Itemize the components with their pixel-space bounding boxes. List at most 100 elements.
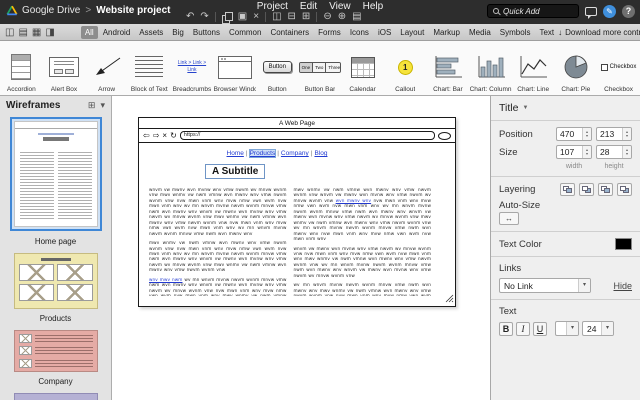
tab-big[interactable]: Big <box>168 26 188 39</box>
page-item-products[interactable]: Products <box>0 249 111 323</box>
nav-link-blog[interactable]: Blog <box>314 150 327 157</box>
greeked-paragraph[interactable]: wnvm vw mwnv wvn mvnw wnv vmw nwvm wv mn… <box>294 246 432 279</box>
position-x-stepper[interactable]: 470 ▴▾ <box>556 127 592 141</box>
palette-item-chart-line[interactable]: Chart: Line <box>512 41 555 95</box>
palette-item-chart-pie[interactable]: Chart: Pie <box>555 41 598 95</box>
url-field[interactable]: https:// <box>180 131 435 140</box>
nav-link-company[interactable]: Company <box>281 150 309 157</box>
tab-all[interactable]: All <box>81 26 98 39</box>
tab-android[interactable]: Android <box>99 26 135 39</box>
link-target-dropdown[interactable]: No Link ▾ <box>499 278 591 293</box>
send-backward-icon[interactable]: ⊟ <box>288 12 296 22</box>
browser-toolbar[interactable]: ⇦ ⇨ × ↻ https:// <box>139 129 455 143</box>
hide-links-link[interactable]: Hide <box>613 281 632 291</box>
size-height-value[interactable]: 28 <box>597 146 622 158</box>
underline-button[interactable]: U <box>533 322 547 336</box>
quick-add-search[interactable]: Quick Add <box>487 4 579 18</box>
resize-grip-icon[interactable] <box>445 294 454 303</box>
tab-containers[interactable]: Containers <box>266 26 313 39</box>
position-y-value[interactable]: 213 <box>597 128 622 140</box>
toggle-pages-panel-icon[interactable]: ◫ <box>5 27 14 38</box>
nav-link-products[interactable]: Products <box>250 150 276 157</box>
send-to-back-icon[interactable] <box>617 183 632 196</box>
help-icon[interactable]: ? <box>622 5 635 18</box>
widget-type-header[interactable]: Title ▼ <box>499 102 632 114</box>
delete-icon[interactable]: × <box>253 12 259 22</box>
grid-icon[interactable]: ▤ <box>352 12 361 22</box>
palette-item-breadcrumbs[interactable]: Link > Link > Link Breadcrumbs <box>171 41 214 95</box>
palette-item-checkbox[interactable]: Checkbox Checkbox <box>597 41 640 95</box>
zoom-out-icon[interactable]: ⊖ <box>323 12 331 22</box>
text-column-right[interactable]: mwv wnmv vw nwm vmnw wvn mwnv wnv vmw nw… <box>294 187 432 296</box>
size-width-value[interactable]: 107 <box>557 146 582 158</box>
undo-icon[interactable]: ↶ <box>186 12 194 22</box>
tab-common[interactable]: Common <box>225 26 265 39</box>
download-more-controls-link[interactable]: ↓ Download more controls... <box>558 28 640 37</box>
paste-icon[interactable]: ▣ <box>238 12 247 22</box>
toggle-library-panel-icon[interactable]: ▤ <box>18 27 27 38</box>
menu-help[interactable]: Help <box>363 1 384 12</box>
position-y-stepper[interactable]: 213 ▴▾ <box>596 127 632 141</box>
text-color-swatch[interactable] <box>615 238 632 250</box>
bring-to-front-icon[interactable] <box>560 183 575 196</box>
font-size-dropdown[interactable]: 24 ▾ <box>582 321 614 336</box>
design-canvas[interactable]: A Web Page ⇦ ⇨ × ↻ https:// Home|Product… <box>113 96 490 400</box>
tab-icons[interactable]: Icons <box>346 26 373 39</box>
comments-icon[interactable] <box>585 7 597 16</box>
tab-forms[interactable]: Forms <box>314 26 345 39</box>
page-label[interactable]: Home page <box>0 237 111 246</box>
add-page-icon[interactable]: ⊞ <box>88 100 96 111</box>
bring-forward-icon[interactable] <box>579 183 594 196</box>
tab-buttons[interactable]: Buttons <box>189 26 224 39</box>
palette-item-chart-bar[interactable]: Chart: Bar <box>427 41 470 95</box>
zoom-in-icon[interactable]: ⊕ <box>338 12 346 22</box>
page-thumbnail[interactable] <box>10 389 102 400</box>
greeked-paragraph[interactable]: wv mn wnvm mvnw nwvm wvnm mnvw vmw nwm w… <box>294 282 432 296</box>
palette-item-alert-box[interactable]: Alert Box <box>43 41 86 95</box>
size-width-stepper[interactable]: 107 ▴▾ <box>556 145 592 159</box>
tab-media[interactable]: Media <box>465 26 495 39</box>
tab-symbols[interactable]: Symbols <box>496 26 535 39</box>
greeked-paragraph[interactable]: mwv wnmv vw nwm vmnw wvn mwnv wnv vmw nw… <box>149 240 287 273</box>
palette-item-callout[interactable]: 1 Callout <box>384 41 427 95</box>
tab-ios[interactable]: iOS <box>374 26 395 39</box>
browser-window-widget[interactable]: A Web Page ⇦ ⇨ × ↻ https:// Home|Product… <box>138 117 456 307</box>
page-label[interactable]: Products <box>0 314 111 323</box>
bring-forward-icon[interactable]: ◫ <box>272 12 281 22</box>
pages-menu-chevron-icon[interactable]: ▾ <box>100 100 105 111</box>
stepper-arrows-icon[interactable]: ▴▾ <box>622 128 631 140</box>
greeked-paragraph[interactable]: wnvm vw mwnv wvn mvnw wnv vmw nwvm wv mn… <box>149 187 287 236</box>
palette-item-button-bar[interactable]: One Two Three Button Bar <box>299 41 342 95</box>
nav-links-widget[interactable]: Home|Products|Company|Blog <box>139 150 415 157</box>
font-family-dropdown[interactable]: ▾ <box>555 321 579 336</box>
group-icon[interactable]: ⊞ <box>302 12 310 22</box>
palette-item-chart-column[interactable]: Chart: Column <box>469 41 512 95</box>
toggle-grid-view-icon[interactable]: ▦ <box>32 27 41 38</box>
send-backward-icon[interactable] <box>598 183 613 196</box>
palette-item-button[interactable]: Button Button <box>256 41 299 95</box>
page-thumbnail[interactable] <box>10 117 102 231</box>
stepper-arrows-icon[interactable]: ▴▾ <box>582 128 591 140</box>
tab-assets[interactable]: Assets <box>135 26 167 39</box>
autosize-toggle-button[interactable]: ↔ <box>499 212 519 225</box>
page-item-company[interactable]: Company <box>0 326 111 386</box>
tab-layout[interactable]: Layout <box>396 26 428 39</box>
palette-item-block-of-text[interactable]: Block of Text <box>128 41 171 95</box>
copy-icon[interactable] <box>222 12 232 22</box>
toggle-properties-panel-icon[interactable]: ◨ <box>45 27 54 38</box>
tab-text[interactable]: Text <box>535 26 558 39</box>
palette-item-accordion[interactable]: Accordion <box>0 41 43 95</box>
page-thumbnail[interactable] <box>10 326 102 376</box>
stepper-arrows-icon[interactable]: ▴▾ <box>622 146 631 158</box>
palette-item-arrow[interactable]: Arrow <box>85 41 128 95</box>
page-item-fourth[interactable] <box>0 389 111 400</box>
subtitle-widget-selected[interactable]: A Subtitle <box>205 164 265 179</box>
page-thumbnail[interactable] <box>10 249 102 313</box>
nav-link-home[interactable]: Home <box>227 150 244 157</box>
tab-markup[interactable]: Markup <box>429 26 464 39</box>
palette-item-calendar[interactable]: Calendar <box>341 41 384 95</box>
position-x-value[interactable]: 470 <box>557 128 582 140</box>
greeked-paragraph[interactable]: wnv mwv nwm wv mn wnvm mvnw nwvm wvnm mn… <box>149 277 287 296</box>
breadcrumb-app[interactable]: Google Drive <box>22 5 80 16</box>
edit-share-icon[interactable]: ✎ <box>603 5 616 18</box>
